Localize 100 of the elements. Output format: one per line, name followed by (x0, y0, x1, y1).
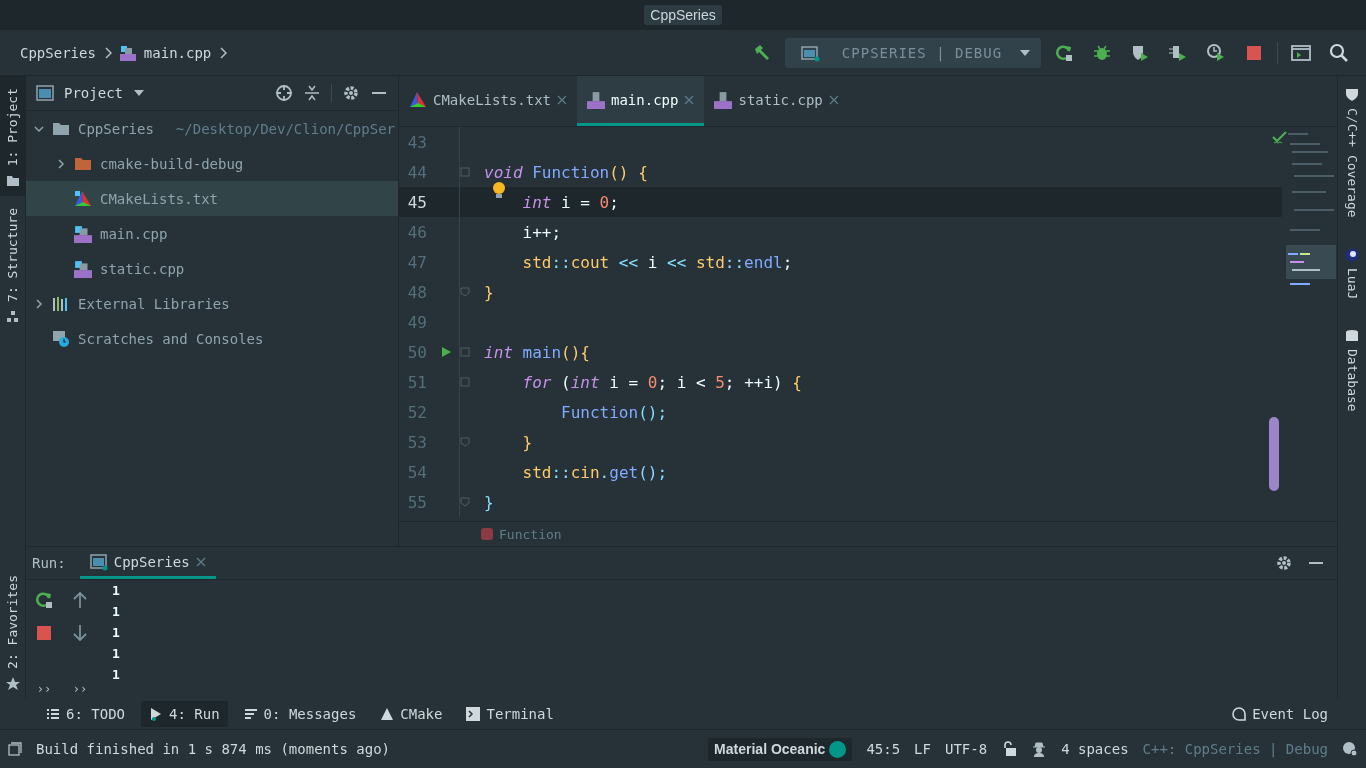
chevron-down-icon[interactable] (34, 123, 44, 134)
unlock-icon[interactable] (1001, 741, 1018, 757)
tree-item[interactable]: External Libraries (26, 286, 398, 321)
fold-marker[interactable] (460, 437, 470, 447)
terminal-icon (466, 707, 481, 721)
file-encoding[interactable]: UTF-8 (944, 741, 988, 757)
tool-window-button[interactable]: 0: Messages (235, 701, 365, 727)
project-view-dropdown[interactable]: Project (64, 85, 145, 101)
close-icon[interactable] (195, 556, 206, 567)
output-line: 1 (112, 582, 120, 600)
code-line: for (int i = 0; i < 5; ++i) { (521, 372, 802, 392)
line-number: 54 (406, 462, 428, 482)
editor-tab[interactable]: CMakeLists.txt (399, 76, 577, 126)
breadcrumb[interactable]: CppSeries (20, 44, 96, 61)
shield-icon (1345, 88, 1359, 102)
play-icon (149, 707, 163, 721)
code-line: } (484, 282, 494, 302)
line-number: 47 (406, 252, 428, 272)
settings-icon[interactable] (1275, 554, 1293, 572)
editor-tab[interactable]: main.cpp (577, 76, 705, 126)
line-number: 50 (406, 342, 428, 362)
cpp-file-icon (119, 44, 136, 61)
line-number: 43 (406, 132, 428, 152)
more-actions[interactable]: ›› (72, 682, 88, 699)
settings-icon[interactable] (342, 84, 360, 102)
tool-window-button[interactable]: CMake (372, 701, 451, 727)
cmake-icon (74, 189, 92, 208)
tool-window-tab[interactable]: 2: Favorites (0, 563, 25, 699)
status-message: Build finished in 1 s 874 ms (moments ago) (36, 741, 390, 757)
collapse-all-icon[interactable] (303, 84, 321, 102)
scratches-icon (52, 329, 70, 348)
output-line: 1 (112, 624, 120, 642)
function-icon (481, 528, 493, 540)
breadcrumb[interactable]: main.cpp (143, 44, 212, 61)
project-path: ~/Desktop/Dev/Clion/CppSer (175, 120, 395, 137)
lightbulb-icon[interactable] (492, 180, 506, 199)
inspector-icon[interactable] (1031, 741, 1048, 757)
tool-window-tab[interactable]: Database (1338, 316, 1366, 430)
rerun-icon[interactable] (1054, 42, 1074, 63)
close-icon[interactable] (684, 94, 695, 105)
hammer-icon[interactable] (752, 42, 772, 63)
locate-icon[interactable] (275, 84, 293, 102)
close-icon[interactable] (828, 94, 839, 105)
chevron-right-icon[interactable] (34, 298, 44, 309)
terminal-window-icon[interactable] (1291, 42, 1311, 63)
run-icon[interactable] (440, 346, 452, 358)
structure-icon (5, 310, 20, 325)
tool-window-tab[interactable]: 1: Project (0, 76, 25, 197)
tool-window-tab[interactable]: LuaJ (1338, 235, 1366, 317)
editor-tab[interactable]: static.cpp (704, 76, 849, 126)
stop-icon[interactable] (34, 623, 54, 643)
tree-item[interactable]: Scratches and Consoles (26, 321, 398, 356)
line-separator[interactable]: LF (914, 741, 931, 757)
theme-indicator[interactable]: Material Oceanic (708, 737, 853, 761)
fold-marker[interactable] (460, 497, 470, 507)
tool-window-button[interactable]: 4: Run (141, 701, 228, 727)
list-icon (46, 707, 60, 721)
tree-item[interactable]: static.cpp (26, 251, 398, 286)
fold-marker[interactable] (460, 287, 470, 297)
output-line: 1 (112, 666, 120, 684)
line-number: 55 (406, 492, 428, 512)
search-icon[interactable] (1329, 42, 1349, 63)
fold-marker[interactable] (460, 347, 470, 357)
tool-window-tab[interactable]: C/C++ Coverage (1338, 76, 1366, 236)
checkmark-icon (1272, 131, 1288, 145)
output-line: 1 (112, 603, 120, 621)
window-title: CppSeries (644, 5, 722, 25)
more-actions[interactable]: ›› (36, 682, 52, 699)
tool-window-tab[interactable]: 7: Structure (0, 196, 25, 333)
run-tab[interactable]: CppSeries (79, 547, 216, 579)
caret-position[interactable]: 45:5 (866, 741, 901, 757)
clock-run-icon[interactable] (1206, 42, 1226, 63)
chevron-right-icon[interactable] (56, 158, 66, 169)
tree-item[interactable]: cmake-build-debug (26, 146, 398, 181)
help-icon[interactable] (1342, 741, 1358, 757)
tree-item[interactable]: main.cpp (26, 216, 398, 251)
tree-item[interactable]: CMakeLists.txt (26, 181, 398, 216)
scrollbar-thumb[interactable] (1269, 417, 1279, 491)
indent-setting[interactable]: 4 spaces (1061, 741, 1129, 757)
line-number: 53 (406, 432, 428, 452)
tool-window-button[interactable]: 6: TODO (38, 701, 133, 727)
down-arrow-icon[interactable] (70, 623, 90, 643)
fold-marker[interactable] (460, 377, 470, 387)
window-icon (89, 552, 108, 571)
panels-icon[interactable] (8, 742, 22, 756)
star-icon (5, 677, 20, 691)
moon-icon (1345, 247, 1359, 262)
window-icon (36, 84, 54, 102)
cpp-file-icon (74, 224, 92, 243)
rerun-icon[interactable] (34, 590, 54, 610)
tree-item[interactable]: CppSeries ~/Desktop/Dev/Clion/CppSer (26, 111, 398, 146)
library-icon (52, 294, 70, 313)
event-log-button[interactable]: Event Log (1224, 701, 1336, 727)
fold-marker[interactable] (460, 167, 470, 177)
close-icon[interactable] (557, 94, 567, 105)
output-line: 1 (112, 645, 120, 663)
code-line: } (484, 492, 494, 512)
tool-window-button[interactable]: Terminal (458, 701, 562, 727)
code-line: Function(); (560, 402, 668, 422)
database-icon (1345, 328, 1359, 343)
